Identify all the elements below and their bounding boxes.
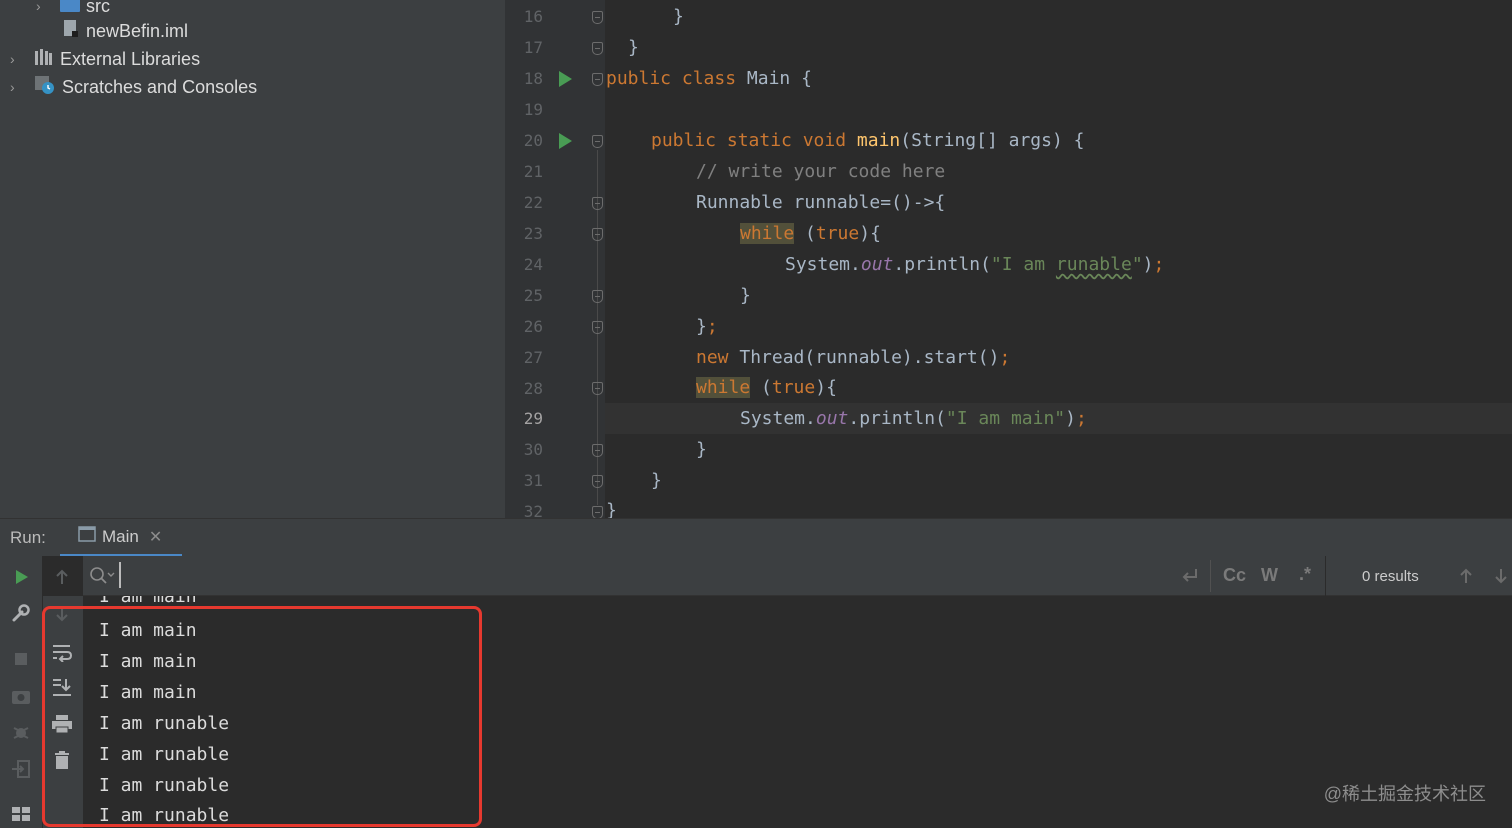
- fold-icon[interactable]: [592, 135, 603, 148]
- code-comment: // write your code here: [696, 161, 946, 182]
- fold-icon[interactable]: [592, 228, 603, 241]
- line-number: 16: [523, 7, 543, 26]
- fold-icon[interactable]: [592, 321, 603, 334]
- line-number: 19: [523, 100, 543, 119]
- run-label: Run:: [10, 528, 46, 547]
- line-number: 18: [523, 69, 543, 88]
- search-results-count: 0 results: [1362, 568, 1419, 585]
- line-number: 17: [523, 38, 543, 57]
- editor-gutter: 16 17 18 19 20 21 22 23 24 25 26 27 28 2…: [505, 0, 605, 518]
- chevron-right-icon[interactable]: ›: [36, 0, 50, 13]
- camera-icon[interactable]: [9, 684, 33, 708]
- watermark: @稀土掘金技术社区: [1323, 784, 1486, 804]
- line-number: 32: [523, 502, 543, 518]
- arrow-up-icon[interactable]: [50, 565, 74, 589]
- console-icon: [78, 526, 96, 547]
- run-toolbar: [0, 556, 43, 828]
- annotation-highlight-box: [42, 606, 482, 827]
- fold-icon[interactable]: [592, 73, 603, 86]
- fold-icon[interactable]: [592, 382, 603, 395]
- rerun-icon[interactable]: [9, 565, 33, 589]
- tree-item-label: External Libraries: [60, 48, 201, 69]
- project-panel: › src newBefin.iml › External Libraries …: [0, 0, 505, 518]
- tab-main[interactable]: Main ✕: [60, 519, 182, 557]
- tab-label: Main: [102, 526, 139, 546]
- tree-item-external-libraries[interactable]: › External Libraries: [10, 45, 200, 73]
- debug-icon[interactable]: [9, 720, 33, 744]
- tree-item-scratches[interactable]: › Scratches and Consoles: [10, 73, 257, 101]
- newline-icon[interactable]: [1179, 566, 1199, 591]
- fold-icon[interactable]: [592, 290, 603, 303]
- line-number: 25: [523, 286, 543, 305]
- scratches-icon: [34, 75, 56, 100]
- tree-item-label: src: [86, 0, 110, 16]
- line-number: 20: [523, 131, 543, 150]
- code-line: while (true){: [696, 377, 837, 398]
- divider: [1210, 560, 1211, 592]
- login-icon[interactable]: [9, 757, 33, 781]
- line-number: 27: [523, 348, 543, 367]
- divider: [1325, 556, 1326, 596]
- close-icon[interactable]: ✕: [149, 527, 162, 547]
- code-line: public class Main {: [606, 68, 812, 89]
- line-number: 26: [523, 317, 543, 336]
- layout-icon[interactable]: [9, 802, 33, 826]
- fold-icon[interactable]: [592, 475, 603, 488]
- fold-icon[interactable]: [592, 444, 603, 457]
- line-number: 30: [523, 440, 543, 459]
- iml-file-icon: [62, 19, 80, 44]
- tree-item-iml[interactable]: newBefin.iml: [62, 17, 188, 45]
- code-line: }: [740, 285, 751, 306]
- code-line: System.out.println("I am main");: [740, 408, 1087, 429]
- libraries-icon: [34, 48, 54, 71]
- line-number: 24: [523, 255, 543, 274]
- run-panel-header: Run: Main ✕: [0, 518, 1512, 557]
- code-line: }: [606, 500, 617, 518]
- line-number: 22: [523, 193, 543, 212]
- line-number: 31: [523, 471, 543, 490]
- code-line: while (true){: [740, 223, 881, 244]
- fold-icon[interactable]: [592, 11, 603, 24]
- code-editor[interactable]: 16 17 18 19 20 21 22 23 24 25 26 27 28 2…: [505, 0, 1512, 518]
- whole-words-toggle[interactable]: W: [1261, 565, 1278, 586]
- code-line: new Thread(runnable).start();: [696, 347, 1011, 368]
- code-line: }: [696, 439, 707, 460]
- run-gutter-icon[interactable]: [559, 133, 572, 149]
- line-number: 28: [523, 379, 543, 398]
- prev-match-icon[interactable]: [1458, 567, 1474, 590]
- next-match-icon[interactable]: [1493, 567, 1509, 590]
- line-number: 23: [523, 224, 543, 243]
- stop-icon[interactable]: [9, 647, 33, 671]
- fold-icon[interactable]: [592, 506, 603, 518]
- fold-icon[interactable]: [592, 42, 603, 55]
- tree-item-label: newBefin.iml: [86, 20, 189, 41]
- code-line: }: [673, 6, 684, 27]
- code-line: System.out.println("I am runable");: [785, 254, 1165, 275]
- run-gutter-icon[interactable]: [559, 71, 572, 87]
- code-line: }: [651, 470, 662, 491]
- search-input[interactable]: [119, 562, 1179, 588]
- code-line: }: [628, 37, 639, 58]
- code-line: public static void main(String[] args) {: [651, 130, 1085, 151]
- regex-toggle[interactable]: .*: [1299, 564, 1311, 585]
- code-line: Runnable runnable=()->{: [696, 192, 946, 213]
- line-number: 29: [523, 409, 543, 428]
- line-number: 21: [523, 162, 543, 181]
- folder-icon: [60, 0, 80, 17]
- search-icon[interactable]: [89, 566, 115, 591]
- code-line: };: [696, 316, 718, 337]
- match-case-toggle[interactable]: Cc: [1223, 565, 1246, 586]
- wrench-icon[interactable]: [9, 601, 33, 625]
- chevron-right-icon[interactable]: ›: [10, 52, 24, 66]
- tree-item-label: Scratches and Consoles: [62, 76, 258, 97]
- chevron-right-icon[interactable]: ›: [10, 80, 24, 94]
- fold-icon[interactable]: [592, 197, 603, 210]
- console-search-bar: Cc W .* 0 results: [83, 556, 1512, 596]
